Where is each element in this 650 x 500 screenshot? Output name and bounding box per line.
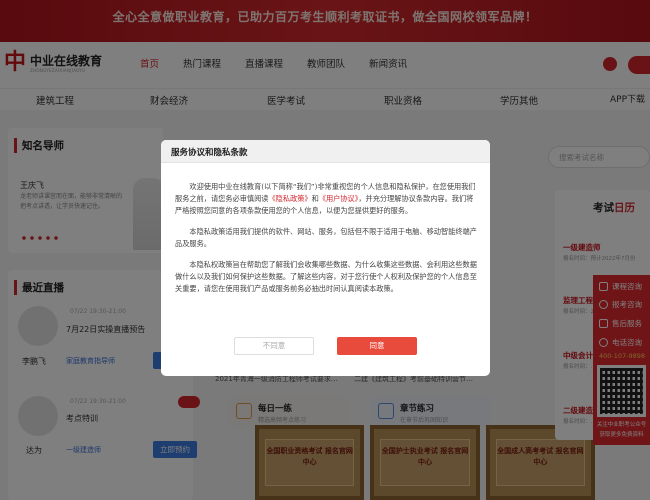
- agreement-paragraph: 欢迎使用中业在线教育(以下简称“我们”)非常重视您的个人信息和隐私保护，在您使用…: [175, 182, 476, 215]
- disagree-button[interactable]: 不同意: [234, 337, 314, 355]
- privacy-policy-link[interactable]: 《隐私政策》: [268, 194, 311, 203]
- purpose-paragraph: 本隐私权政策旨在帮助您了解我们会收集哪些数据、为什么收集这些数据、会利用这些数据…: [175, 260, 477, 293]
- agree-button[interactable]: 同意: [337, 337, 417, 355]
- dialog-title: 服务协议和隐私条款: [171, 148, 248, 158]
- user-agreement-link[interactable]: 《用户协议》: [319, 194, 359, 203]
- dialog-header: 服务协议和隐私条款: [161, 140, 490, 163]
- scope-paragraph: 本隐私政策适用我们提供的软件、网站、服务，包括但不限于适用于电脑、移动智能终端产…: [175, 227, 477, 248]
- privacy-dialog: 服务协议和隐私条款 欢迎使用中业在线教育(以下简称“我们”)非常重视您的个人信息…: [161, 140, 490, 376]
- dialog-body: 欢迎使用中业在线教育(以下简称“我们”)非常重视您的个人信息和隐私保护，在您使用…: [175, 181, 477, 304]
